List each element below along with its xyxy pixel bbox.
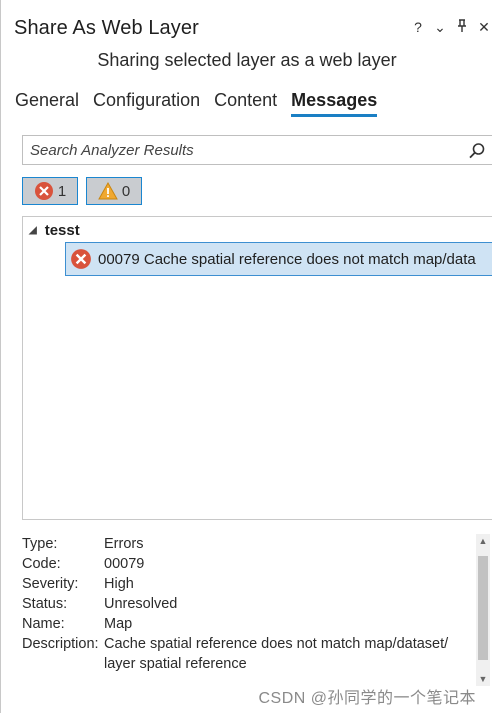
detail-value: High [104,576,134,592]
warnings-count: 0 [121,182,131,200]
tab-general[interactable]: General [15,90,79,117]
watermark: CSDN @孙同学的一个笔记本 [258,690,476,707]
scrollbar-thumb[interactable] [478,556,488,660]
analyzer-results-list: ◢ tesst 00079 Cache spatial reference do… [22,216,492,520]
detail-value: Unresolved [104,596,178,612]
detail-value: 00079 [104,556,145,572]
tab-content[interactable]: Content [214,90,277,117]
detail-value: Errors [104,536,144,552]
error-icon [71,249,91,269]
detail-value: Map [104,616,133,632]
subtitle: Sharing selected layer as a web layer [97,50,397,70]
message-text: 00079 Cache spatial reference does not m… [98,250,476,268]
warnings-filter-button[interactable]: 0 [86,177,142,205]
detail-status: Status: Unresolved [22,594,477,614]
errors-count: 1 [57,182,67,200]
tab-messages[interactable]: Messages [291,90,378,117]
share-as-web-layer-pane: Share As Web Layer ? ⌄ ✕ Sharing selecte… [0,0,492,713]
window-controls: ? ⌄ ✕ [411,19,491,36]
title-bar: Share As Web Layer ? ⌄ ✕ [1,0,492,42]
detail-label: Code: [22,556,61,572]
help-icon[interactable]: ? [411,19,425,36]
scroll-up-icon[interactable]: ▲ [476,534,490,548]
search-input[interactable] [23,141,492,159]
detail-description: Description: Cache spatial reference doe… [22,634,477,674]
detail-value: Cache spatial reference does not match m… [104,636,449,672]
close-icon[interactable]: ✕ [477,19,491,36]
detail-severity: Severity: High [22,574,477,594]
detail-label: Severity: [22,576,79,592]
search-box [22,135,492,165]
pane-title: Share As Web Layer [14,17,199,39]
detail-label: Status: [22,596,68,612]
search-icon[interactable] [468,142,486,160]
error-icon [34,182,53,200]
detail-name: Name: Map [22,614,477,634]
detail-code: Code: 00079 [22,554,477,574]
options-dropdown-icon[interactable]: ⌄ [433,19,447,36]
filter-buttons: 1 0 [22,177,142,205]
results-group[interactable]: ◢ tesst [29,222,80,239]
pin-icon[interactable] [455,19,469,36]
tab-configuration[interactable]: Configuration [93,90,200,117]
errors-filter-button[interactable]: 1 [22,177,78,205]
details-scrollbar[interactable]: ▲ ▼ [476,534,490,686]
detail-label: Name: [22,616,65,632]
tab-bar: General Configuration Content Messages [15,90,378,117]
list-item[interactable]: 00079 Cache spatial reference does not m… [65,242,492,276]
expand-triangle-icon[interactable]: ◢ [29,225,37,236]
group-label: tesst [44,222,80,239]
detail-type: Type: Errors [22,534,477,554]
message-details: Type: Errors Code: 00079 Severity: High … [22,534,477,684]
scroll-down-icon[interactable]: ▼ [476,672,490,686]
detail-label: Description: [22,636,99,652]
detail-label: Type: [22,536,58,552]
warning-icon [97,182,118,200]
